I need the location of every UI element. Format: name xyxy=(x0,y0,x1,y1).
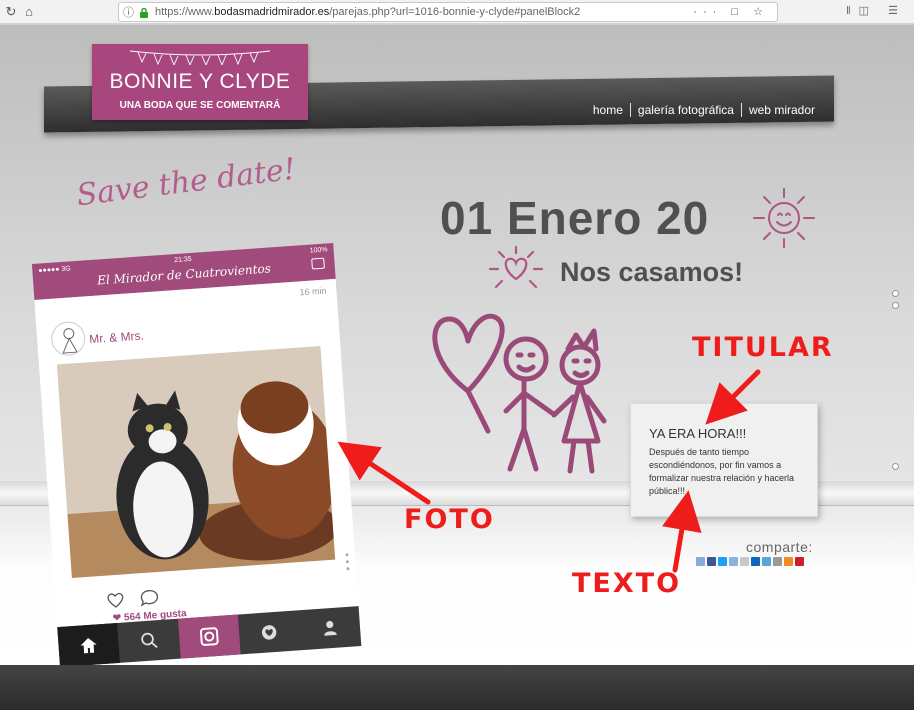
message-box: YA ERA HORA!!! Después de tanto tiempo e… xyxy=(630,403,818,517)
lock-icon xyxy=(140,7,148,18)
browser-toolbar: ↻ ⌂ ⓘ https://www.bodasmadridmirador.es/… xyxy=(0,0,914,24)
home-tab[interactable] xyxy=(57,622,121,665)
share-icon[interactable] xyxy=(718,557,727,566)
menu-item-web-mirador[interactable]: web mirador xyxy=(740,103,822,117)
search-icon xyxy=(140,632,158,649)
camera-icon xyxy=(199,627,219,646)
bunting-icon xyxy=(130,50,270,65)
smiling-sun-icon xyxy=(753,188,815,248)
post-card: 16 min Mr. & Mrs. ❤ 564 Me gusta xyxy=(34,278,359,634)
main-menu: home galería fotográfica web mirador xyxy=(586,103,822,117)
share-icon[interactable] xyxy=(784,557,793,566)
save-the-date: Save the date! xyxy=(74,151,298,214)
share-icon[interactable] xyxy=(795,557,804,566)
share-icon[interactable] xyxy=(773,557,782,566)
heart-burst-icon xyxy=(488,245,544,289)
nos-casamos-heading: Nos casamos! xyxy=(560,257,744,287)
url-text: https://www.bodasmadridmirador.es/pareja… xyxy=(155,6,581,18)
share-icon[interactable] xyxy=(707,557,716,566)
more-options-icon[interactable] xyxy=(345,553,350,571)
share-icon[interactable] xyxy=(740,557,749,566)
slide-dot[interactable] xyxy=(892,302,899,309)
logo-title: BONNIE Y CLYDE xyxy=(109,70,291,93)
post-photo xyxy=(56,346,336,579)
avatar[interactable] xyxy=(50,320,87,357)
activity-tab[interactable] xyxy=(238,610,301,654)
home-icon xyxy=(80,638,97,654)
home-icon[interactable]: ⌂ xyxy=(20,3,38,21)
pocket-icon: □ xyxy=(731,6,745,18)
share-icon[interactable] xyxy=(696,557,705,566)
search-tab[interactable] xyxy=(118,619,181,663)
menu-item-gallery[interactable]: galería fotográfica xyxy=(629,103,741,117)
phone-mockup: ●●●●● 3G 21:35 100% El Mirador de Cuatro… xyxy=(31,242,362,665)
share-icon[interactable] xyxy=(729,557,738,566)
logo-subtitle: UNA BODA QUE SE COMENTARÁ xyxy=(119,100,281,111)
footer xyxy=(0,665,914,710)
account-name[interactable]: Mr. & Mrs. xyxy=(89,328,145,346)
user-icon xyxy=(324,620,337,636)
share-icons xyxy=(696,557,804,566)
share-icon[interactable] xyxy=(762,557,771,566)
annotation-titular: TITULAR xyxy=(692,332,834,363)
share-icon[interactable] xyxy=(751,557,760,566)
site-logo[interactable]: BONNIE Y CLYDE UNA BODA QUE SE COMENTARÁ xyxy=(92,44,308,120)
heart-like-icon[interactable] xyxy=(105,590,126,609)
heart-bubble-icon xyxy=(262,625,277,640)
address-bar[interactable]: ⓘ https://www.bodasmadridmirador.es/pare… xyxy=(118,2,778,22)
profile-tab[interactable] xyxy=(298,606,361,650)
post-time: 16 min xyxy=(299,285,327,298)
comment-icon[interactable] xyxy=(139,588,160,607)
slide-dot[interactable] xyxy=(892,463,899,470)
page-actions[interactable]: ··· □ ☆ xyxy=(693,5,769,18)
battery: 100% xyxy=(309,246,328,255)
message-text: Después de tanto tiempo escondiéndonos, … xyxy=(649,447,795,496)
info-icon[interactable]: ⓘ xyxy=(123,4,134,20)
inbox-icon[interactable] xyxy=(311,257,325,270)
reload-icon[interactable]: ↻ xyxy=(2,3,20,21)
more-icon: ··· xyxy=(693,6,723,18)
wedding-date: 01 Enero 20 xyxy=(440,192,710,244)
library-icon[interactable]: ‖◫ ☰ xyxy=(846,4,906,17)
bookmark-star-icon: ☆ xyxy=(753,6,769,18)
annotation-texto: TEXTO xyxy=(572,568,682,599)
share-label: comparte: xyxy=(746,539,813,555)
menu-item-home[interactable]: home xyxy=(586,103,630,117)
slide-dot[interactable] xyxy=(892,290,899,297)
message-title: YA ERA HORA!!! xyxy=(649,426,747,441)
camera-tab[interactable] xyxy=(177,614,241,659)
annotation-foto: FOTO xyxy=(404,504,495,535)
couple-drawing-icon xyxy=(432,313,607,474)
